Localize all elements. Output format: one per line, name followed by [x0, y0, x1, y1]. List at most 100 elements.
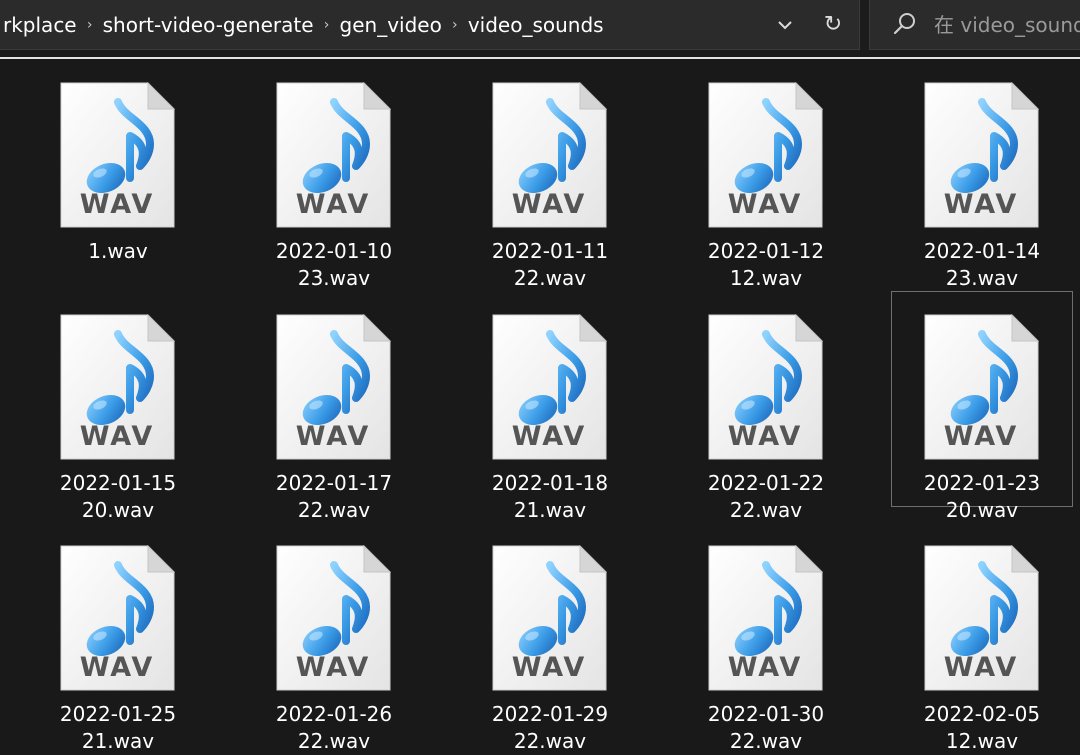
wav-badge-label: WAV	[80, 421, 155, 452]
chevron-down-icon	[778, 20, 792, 29]
file-item[interactable]: WAV 2022-01-26 22.wav	[243, 522, 425, 753]
file-name: 1.wav	[28, 238, 208, 265]
file-name: 2022-01-23 20.wav	[892, 470, 1072, 524]
wav-file-icon: WAV	[924, 82, 1039, 228]
wav-badge-label: WAV	[512, 652, 587, 683]
file-item[interactable]: WAV 2022-01-12 12.wav	[675, 59, 857, 290]
wav-badge-label: WAV	[944, 652, 1019, 683]
file-name: 2022-01-10 23.wav	[244, 238, 424, 292]
wav-file-icon: WAV	[60, 314, 175, 460]
wav-badge-label: WAV	[728, 189, 803, 220]
file-name-line: 12.wav	[729, 266, 803, 290]
search-box[interactable]	[869, 0, 1080, 50]
file-name-line: 21.wav	[513, 498, 587, 522]
file-name-line: 2022-01-30	[707, 702, 825, 726]
file-item[interactable]: WAV 2022-01-30 22.wav	[675, 522, 857, 753]
file-name-line: 22.wav	[297, 498, 371, 522]
file-name: 2022-01-29 22.wav	[460, 701, 640, 755]
wav-file-icon: WAV	[708, 545, 823, 691]
breadcrumb-item-video-sounds[interactable]: video_sounds	[464, 13, 608, 37]
file-name: 2022-01-11 22.wav	[460, 238, 640, 292]
file-name-line: 2022-01-29	[491, 702, 609, 726]
file-item[interactable]: WAV 2022-01-23 20.wav	[891, 291, 1073, 522]
wav-file-icon: WAV	[924, 545, 1039, 691]
wav-badge-label: WAV	[296, 421, 371, 452]
wav-badge-label: WAV	[80, 189, 155, 220]
file-name: 2022-01-22 22.wav	[676, 470, 856, 524]
file-name: 2022-01-18 21.wav	[460, 470, 640, 524]
file-item[interactable]: WAV 2022-01-18 21.wav	[459, 291, 641, 522]
file-item[interactable]: WAV 2022-01-11 22.wav	[459, 59, 641, 290]
file-name-line: 2022-01-11	[491, 239, 609, 263]
file-name: 2022-01-14 23.wav	[892, 238, 1072, 292]
file-name-line: 23.wav	[945, 266, 1019, 290]
breadcrumb-chevron-icon[interactable]: ›	[318, 17, 336, 33]
file-item[interactable]: WAV 2022-01-22 22.wav	[675, 291, 857, 522]
wav-badge-label: WAV	[728, 421, 803, 452]
file-name: 2022-01-25 21.wav	[28, 701, 208, 755]
breadcrumb-item-workplace[interactable]: rkplace	[0, 13, 81, 37]
file-item[interactable]: WAV 2022-01-14 23.wav	[891, 59, 1073, 290]
wav-badge-label: WAV	[512, 189, 587, 220]
file-grid: WAV 1.wav WAV 2022-01-10 23.wav WAV 2022-01-11…	[0, 59, 1080, 753]
file-item[interactable]: WAV 2022-02-05 12.wav	[891, 522, 1073, 753]
wav-file-icon: WAV	[492, 545, 607, 691]
breadcrumb: rkplace › short-video-generate › gen_vid…	[0, 0, 608, 49]
file-name-line: 2022-01-26	[275, 702, 393, 726]
wav-badge-label: WAV	[296, 189, 371, 220]
file-name-line: 20.wav	[945, 498, 1019, 522]
file-name-line: 2022-01-12	[707, 239, 825, 263]
file-item[interactable]: WAV 2022-01-15 20.wav	[27, 291, 209, 522]
wav-file-icon: WAV	[492, 314, 607, 460]
file-name-line: 2022-01-22	[707, 471, 825, 495]
wav-file-icon: WAV	[924, 314, 1039, 460]
file-name: 2022-01-26 22.wav	[244, 701, 424, 755]
address-bar[interactable]: rkplace › short-video-generate › gen_vid…	[0, 0, 860, 50]
breadcrumb-item-short-video-generate[interactable]: short-video-generate	[99, 13, 318, 37]
wav-file-icon: WAV	[708, 314, 823, 460]
file-name-line: 2022-01-23	[923, 471, 1041, 495]
file-name-line: 2022-01-18	[491, 471, 609, 495]
file-item[interactable]: WAV 2022-01-17 22.wav	[243, 291, 425, 522]
file-name: 2022-02-05 12.wav	[892, 701, 1072, 755]
file-item[interactable]: WAV 2022-01-10 23.wav	[243, 59, 425, 290]
file-name-line: 20.wav	[81, 498, 155, 522]
file-name-line: 22.wav	[729, 498, 803, 522]
refresh-button[interactable]: ↻	[807, 1, 859, 49]
wav-file-icon: WAV	[492, 82, 607, 228]
wav-badge-label: WAV	[728, 652, 803, 683]
refresh-icon: ↻	[823, 12, 843, 37]
search-icon	[890, 10, 920, 40]
file-name-line: 2022-01-14	[923, 239, 1041, 263]
breadcrumb-chevron-icon[interactable]: ›	[81, 17, 99, 33]
file-name: 2022-01-12 12.wav	[676, 238, 856, 292]
wav-file-icon: WAV	[708, 82, 823, 228]
file-name: 2022-01-30 22.wav	[676, 701, 856, 755]
file-name-line: 2022-01-15	[59, 471, 177, 495]
wav-badge-label: WAV	[296, 652, 371, 683]
file-name: 2022-01-17 22.wav	[244, 470, 424, 524]
address-actions: ↻	[763, 0, 859, 49]
wav-file-icon: WAV	[60, 545, 175, 691]
file-name-line: 2022-02-05	[923, 702, 1041, 726]
file-name-line: 2022-01-10	[275, 239, 393, 263]
wav-badge-label: WAV	[944, 421, 1019, 452]
breadcrumb-chevron-icon[interactable]: ›	[446, 17, 464, 33]
file-item[interactable]: WAV 2022-01-29 22.wav	[459, 522, 641, 753]
wav-file-icon: WAV	[276, 545, 391, 691]
wav-badge-label: WAV	[512, 421, 587, 452]
search-input[interactable]	[934, 12, 1080, 37]
file-item[interactable]: WAV 1.wav	[27, 59, 209, 275]
wav-badge-label: WAV	[80, 652, 155, 683]
file-name-line: 2022-01-25	[59, 702, 177, 726]
file-name: 2022-01-15 20.wav	[28, 470, 208, 524]
top-bar: rkplace › short-video-generate › gen_vid…	[0, 0, 1080, 56]
breadcrumb-item-gen-video[interactable]: gen_video	[336, 13, 446, 37]
wav-badge-label: WAV	[944, 189, 1019, 220]
file-name-line: 2022-01-17	[275, 471, 393, 495]
wav-file-icon: WAV	[276, 82, 391, 228]
file-name-line: 23.wav	[297, 266, 371, 290]
file-item[interactable]: WAV 2022-01-25 21.wav	[27, 522, 209, 753]
address-history-dropdown-button[interactable]	[763, 1, 807, 49]
file-name-line: 1.wav	[88, 239, 148, 263]
